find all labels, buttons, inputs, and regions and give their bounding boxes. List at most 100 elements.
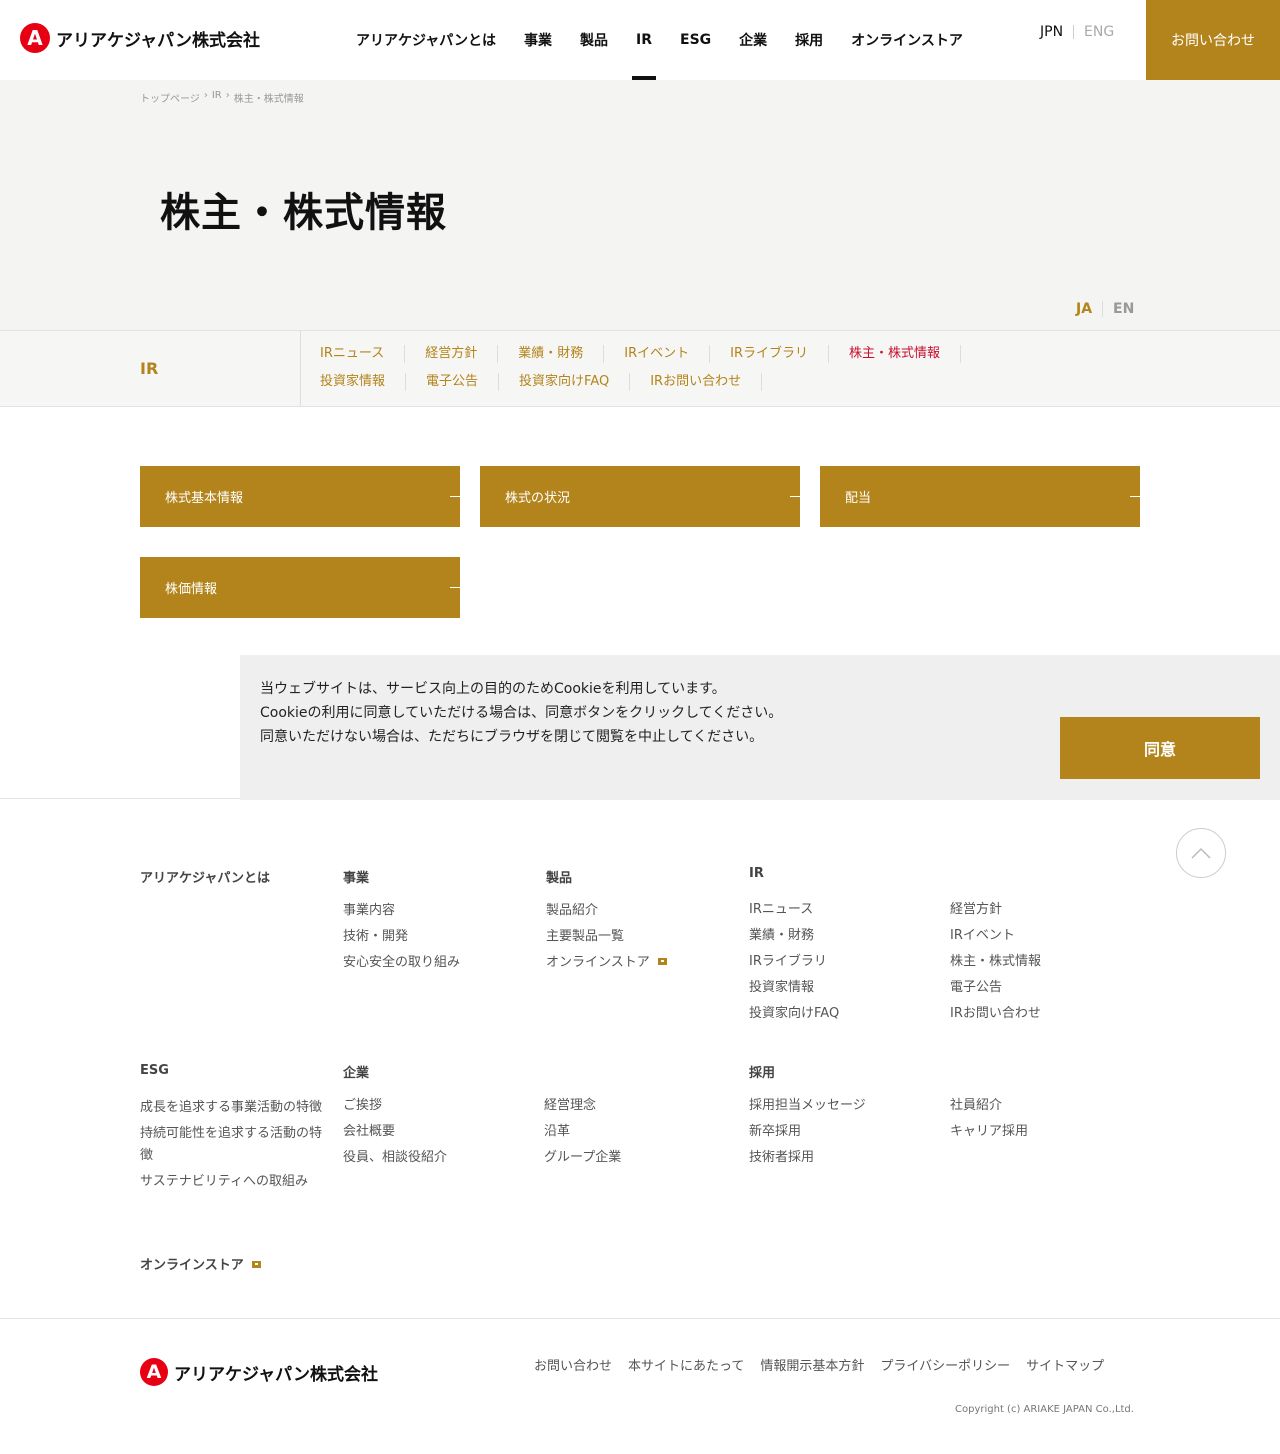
card-dividend[interactable]: 配当	[820, 466, 1140, 527]
local-nav-financial[interactable]: 業績・財務	[518, 345, 605, 363]
footer-link[interactable]: グループ企業	[544, 1145, 621, 1171]
local-nav-investor-faq[interactable]: 投資家向けFAQ	[519, 373, 631, 391]
local-nav-divider	[300, 331, 301, 406]
logo-text: アリアケジャパン株式会社	[56, 30, 260, 51]
footer-logo[interactable]: A アリアケジャパン株式会社	[140, 1358, 378, 1386]
footer-link[interactable]: 新卒採用	[749, 1119, 866, 1145]
footer-ir-heading[interactable]: IR	[749, 866, 764, 881]
footer-link[interactable]: 投資家情報	[749, 975, 839, 1001]
footer-ir-list-2: 経営方針 IRイベント 株主・株式情報 電子公告 IRお問い合わせ	[950, 897, 1041, 1027]
card-label: 配当	[845, 491, 872, 506]
footer-link[interactable]: 経営理念	[544, 1093, 621, 1119]
gnav-recruit[interactable]: 採用	[781, 0, 837, 80]
footer-about-site-link[interactable]: 本サイトにあたって	[628, 1355, 744, 1374]
footer-link[interactable]: 製品紹介	[546, 898, 667, 924]
local-nav-links: IRニュース 経営方針 業績・財務 IRイベント IRライブラリ 株主・株式情報…	[320, 345, 1040, 391]
footer-link[interactable]: 技術者採用	[749, 1145, 866, 1171]
ir-local-nav: IR IRニュース 経営方針 業績・財務 IRイベント IRライブラリ 株主・株…	[0, 330, 1280, 407]
footer-products-list: 製品紹介 主要製品一覧 オンラインストア	[546, 898, 667, 976]
lang-divider	[1073, 25, 1075, 39]
footer-business-list: 事業内容 技術・開発 安心安全の取り組み	[343, 898, 460, 976]
gnav-esg[interactable]: ESG	[666, 0, 725, 80]
local-nav-ir-events[interactable]: IRイベント	[624, 345, 711, 363]
footer-link[interactable]: 成長を追求する事業活動の特徴	[140, 1097, 330, 1119]
site-header: A アリアケジャパン株式会社 アリアケジャパンとは 事業 製品 IR ESG 企…	[0, 0, 1280, 80]
footer-link[interactable]: 投資家向けFAQ	[749, 1001, 839, 1027]
content-lang-divider	[1102, 301, 1104, 317]
gnav-business[interactable]: 事業	[510, 0, 566, 80]
footer-about[interactable]: アリアケジャパンとは	[140, 867, 270, 886]
footer-recruit-list-2: 社員紹介 キャリア採用	[950, 1093, 1028, 1145]
footer-store-link[interactable]: オンラインストア	[546, 950, 667, 976]
cookie-message: 当ウェブサイトは、サービス向上の目的のためCookieを利用しています。 Coo…	[260, 677, 782, 749]
footer-link[interactable]: 会社概要	[343, 1119, 447, 1145]
local-nav-ir-contact[interactable]: IRお問い合わせ	[650, 373, 763, 391]
page-top-button[interactable]	[1176, 828, 1226, 878]
footer-link[interactable]: 株主・株式情報	[950, 949, 1041, 975]
footer-contact-link[interactable]: お問い合わせ	[534, 1355, 612, 1374]
external-link-icon	[251, 1261, 261, 1268]
breadcrumb-current: 株主・株式情報	[233, 94, 304, 105]
footer-disclosure-policy-link[interactable]: 情報開示基本方針	[760, 1355, 864, 1374]
page-title: 株主・株式情報	[160, 190, 447, 236]
footer-link[interactable]: IRお問い合わせ	[950, 1001, 1041, 1027]
footer-link[interactable]: キャリア採用	[950, 1119, 1028, 1145]
local-nav-ir-news[interactable]: IRニュース	[320, 345, 406, 363]
gnav-company[interactable]: 企業	[725, 0, 781, 80]
footer-link[interactable]: 経営方針	[950, 897, 1041, 923]
footer-utility-links: お問い合わせ 本サイトにあたって 情報開示基本方針 プライバシーポリシー サイト…	[534, 1355, 1104, 1374]
footer-sitemap-link[interactable]: サイトマップ	[1026, 1355, 1104, 1374]
gnav-products[interactable]: 製品	[566, 0, 622, 80]
local-nav-stock-info[interactable]: 株主・株式情報	[849, 345, 962, 363]
footer-link[interactable]: 事業内容	[343, 898, 460, 924]
footer-link[interactable]: 電子公告	[950, 975, 1041, 1001]
footer-link[interactable]: 主要製品一覧	[546, 924, 667, 950]
cookie-agree-button[interactable]: 同意	[1060, 717, 1260, 779]
contact-button[interactable]: お問い合わせ	[1146, 0, 1280, 80]
footer-link[interactable]: サステナビリティへの取組み	[140, 1171, 330, 1193]
gnav-about[interactable]: アリアケジャパンとは	[342, 0, 510, 80]
lang-jpn[interactable]: JPN	[1040, 24, 1063, 40]
lang-eng[interactable]: ENG	[1084, 24, 1114, 40]
breadcrumb-top[interactable]: トップページ	[140, 90, 200, 105]
footer-link[interactable]: IRライブラリ	[749, 949, 839, 975]
breadcrumb-ir[interactable]: IR	[212, 90, 222, 105]
footer-link[interactable]: 安心安全の取り組み	[343, 950, 460, 976]
footer-link[interactable]: ご挨拶	[343, 1093, 447, 1119]
site-logo[interactable]: A アリアケジャパン株式会社	[20, 23, 260, 53]
gnav-ir[interactable]: IR	[622, 0, 666, 80]
card-stock-basic-info[interactable]: 株式基本情報	[140, 466, 460, 527]
local-nav-public-notice[interactable]: 電子公告	[426, 373, 500, 391]
local-nav-policy[interactable]: 経営方針	[425, 345, 499, 363]
footer-link[interactable]: 沿革	[544, 1119, 621, 1145]
footer-business-heading[interactable]: 事業	[343, 867, 369, 886]
footer-esg-list: 成長を追求する事業活動の特徴 持続可能性を追求する活動の特徴 サステナビリティへ…	[140, 1097, 330, 1197]
footer-link[interactable]: IRイベント	[950, 923, 1041, 949]
card-stock-status[interactable]: 株式の状況	[480, 466, 800, 527]
footer-recruit-list-1: 採用担当メッセージ 新卒採用 技術者採用	[749, 1093, 866, 1171]
footer-company-heading[interactable]: 企業	[343, 1062, 369, 1081]
footer-link[interactable]: 社員紹介	[950, 1093, 1028, 1119]
footer-esg-heading[interactable]: ESG	[140, 1063, 169, 1078]
footer-link[interactable]: 技術・開発	[343, 924, 460, 950]
footer-link[interactable]: 採用担当メッセージ	[749, 1093, 866, 1119]
gnav-online-store[interactable]: オンラインストア	[837, 0, 977, 80]
footer-link[interactable]: 持続可能性を追求する活動の特徴	[140, 1123, 330, 1167]
external-link-icon	[657, 958, 667, 965]
footer-privacy-link[interactable]: プライバシーポリシー	[880, 1355, 1010, 1374]
footer-link[interactable]: 業績・財務	[749, 923, 839, 949]
footer-products-heading[interactable]: 製品	[546, 867, 572, 886]
local-nav-investor-info[interactable]: 投資家情報	[320, 373, 407, 391]
logo-text: アリアケジャパン株式会社	[174, 1364, 378, 1385]
logo-mark: A	[20, 23, 50, 53]
card-stock-price[interactable]: 株価情報	[140, 557, 460, 618]
arrow-dash-icon	[450, 587, 460, 588]
content-lang-en[interactable]: EN	[1113, 301, 1134, 317]
footer-online-store[interactable]: オンラインストア	[140, 1254, 261, 1273]
content-lang-ja[interactable]: JA	[1076, 301, 1092, 317]
footer-link[interactable]: IRニュース	[749, 897, 839, 923]
local-nav-ir-library[interactable]: IRライブラリ	[730, 345, 829, 363]
footer-recruit-heading[interactable]: 採用	[749, 1062, 775, 1081]
footer-company-list-2: 経営理念 沿革 グループ企業	[544, 1093, 621, 1171]
footer-link[interactable]: 役員、相談役紹介	[343, 1145, 447, 1171]
